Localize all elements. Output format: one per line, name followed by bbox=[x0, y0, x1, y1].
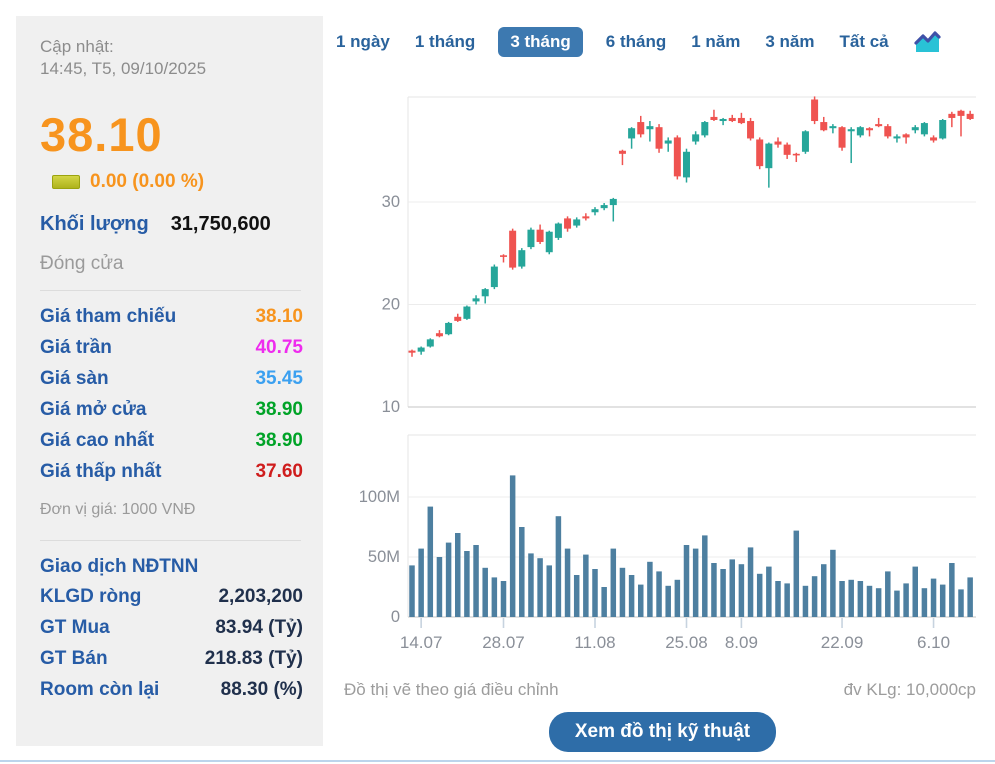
price-row-value: 38.90 bbox=[255, 430, 303, 452]
price-row-label: Giá mở cửa bbox=[40, 399, 147, 421]
svg-text:28.07: 28.07 bbox=[482, 633, 525, 652]
price-info-table: Giá tham chiếu 38.10 Giá trần 40.75 Giá sàn 3… bbox=[40, 302, 303, 488]
candlestick-volume-svg[interactable]: 10 20 30 0 50M 100M 14.07 28.07 11.08 25.08 8.09 22… bbox=[330, 70, 995, 670]
price-change-row: 0.00 (0.00 %) bbox=[40, 171, 303, 193]
price-row: Giá trần 40.75 bbox=[40, 333, 303, 364]
change-direction-badge bbox=[52, 174, 80, 189]
foreign-row: GT Bán 218.83 (Tỷ) bbox=[40, 644, 303, 675]
foreign-row-label: GT Bán bbox=[40, 648, 108, 670]
foreign-row-value: 218.83 (Tỷ) bbox=[204, 648, 303, 670]
volume-unit-note: đv KLg: 10,000cp bbox=[843, 680, 976, 699]
svg-text:25.08: 25.08 bbox=[665, 633, 708, 652]
tab-1-năm[interactable]: 1 năm bbox=[689, 27, 742, 57]
svg-text:30: 30 bbox=[382, 193, 400, 211]
foreign-row-label: Room còn lại bbox=[40, 679, 160, 701]
tab-1-ngày[interactable]: 1 ngày bbox=[334, 27, 392, 57]
price-row-value: 37.60 bbox=[255, 461, 303, 483]
volume-row: Khối lượng 31,750,600 bbox=[40, 213, 303, 236]
price-row-label: Giá tham chiếu bbox=[40, 306, 177, 328]
svg-text:6.10: 6.10 bbox=[917, 633, 950, 652]
foreign-trading-title: Giao dịch NĐTNN bbox=[40, 555, 199, 577]
foreign-trading-table: KLGD ròng 2,203,200 GT Mua 83.94 (Tỷ) GT Bán… bbox=[40, 582, 303, 706]
time-range-tabs: 1 ngày 1 tháng 3 tháng 6 tháng 1 năm 3 năm Tất… bbox=[334, 26, 941, 58]
svg-text:0: 0 bbox=[391, 608, 400, 626]
divider bbox=[40, 539, 301, 541]
updated-label: Cập nhật: bbox=[40, 37, 114, 56]
price-row: Giá sàn 35.45 bbox=[40, 364, 303, 395]
view-technical-chart-button[interactable]: Xem đồ thị kỹ thuật bbox=[548, 712, 777, 752]
svg-text:22.09: 22.09 bbox=[821, 633, 864, 652]
price-unit-note: Đơn vị giá: 1000 VNĐ bbox=[40, 500, 196, 518]
price-row-label: Giá cao nhất bbox=[40, 430, 155, 452]
svg-text:50M: 50M bbox=[368, 548, 400, 566]
price-row: Giá thấp nhất 37.60 bbox=[40, 457, 303, 488]
foreign-row-label: KLGD ròng bbox=[40, 586, 142, 608]
price-volume-chart[interactable]: 10 20 30 0 50M 100M 14.07 28.07 11.08 25.08 8.09 22… bbox=[330, 70, 995, 670]
price-row: Giá tham chiếu 38.10 bbox=[40, 302, 303, 333]
adjusted-price-note: Đồ thị vẽ theo giá điều chỉnh bbox=[344, 680, 559, 699]
svg-text:10: 10 bbox=[382, 398, 400, 416]
price-row-label: Giá trần bbox=[40, 337, 112, 359]
bottom-divider bbox=[0, 760, 995, 762]
svg-text:100M: 100M bbox=[359, 488, 400, 506]
price-row: Giá mở cửa 38.90 bbox=[40, 395, 303, 426]
tab-3-tháng[interactable]: 3 tháng bbox=[498, 27, 583, 57]
price-row-label: Giá sàn bbox=[40, 368, 109, 390]
volume-value: 31,750,600 bbox=[170, 212, 271, 235]
last-price: 38.10 bbox=[40, 107, 163, 161]
price-row-value: 40.75 bbox=[255, 337, 303, 359]
area-chart-icon[interactable] bbox=[914, 30, 941, 54]
svg-text:14.07: 14.07 bbox=[400, 633, 443, 652]
tab-3-năm[interactable]: 3 năm bbox=[763, 27, 816, 57]
tab-1-tháng[interactable]: 1 tháng bbox=[413, 27, 477, 57]
updated-value: 14:45, T5, 09/10/2025 bbox=[40, 59, 207, 79]
tab-6-tháng[interactable]: 6 tháng bbox=[604, 27, 668, 57]
foreign-row-value: 88.30 (%) bbox=[220, 679, 303, 701]
chart-notes: Đồ thị vẽ theo giá điều chỉnh đv KLg: 10… bbox=[344, 680, 976, 700]
svg-text:11.08: 11.08 bbox=[574, 633, 615, 652]
volume-label: Khối lượng bbox=[40, 212, 149, 235]
stock-detail-page: Cập nhật: 14:45, T5, 09/10/2025 38.10 0.… bbox=[0, 0, 995, 764]
price-row: Giá cao nhất 38.90 bbox=[40, 426, 303, 457]
foreign-row: Room còn lại 88.30 (%) bbox=[40, 675, 303, 706]
price-row-label: Giá thấp nhất bbox=[40, 461, 162, 483]
divider bbox=[40, 289, 301, 291]
session-status: Đóng cửa bbox=[40, 252, 124, 274]
svg-text:20: 20 bbox=[382, 296, 400, 314]
price-row-value: 38.90 bbox=[255, 399, 303, 421]
foreign-row-value: 2,203,200 bbox=[218, 586, 303, 608]
foreign-row: GT Mua 83.94 (Tỷ) bbox=[40, 613, 303, 644]
foreign-row-label: GT Mua bbox=[40, 617, 110, 639]
tab-tất-cả[interactable]: Tất cả bbox=[838, 27, 891, 57]
foreign-row-value: 83.94 (Tỷ) bbox=[215, 617, 303, 639]
stock-summary-panel: Cập nhật: 14:45, T5, 09/10/2025 38.10 0.… bbox=[16, 16, 323, 746]
technical-chart-button-row: Xem đồ thị kỹ thuật bbox=[330, 712, 995, 752]
price-change-value: 0.00 (0.00 %) bbox=[90, 170, 205, 192]
foreign-row: KLGD ròng 2,203,200 bbox=[40, 582, 303, 613]
svg-text:8.09: 8.09 bbox=[725, 633, 758, 652]
price-row-value: 35.45 bbox=[255, 368, 303, 390]
price-row-value: 38.10 bbox=[255, 306, 303, 328]
